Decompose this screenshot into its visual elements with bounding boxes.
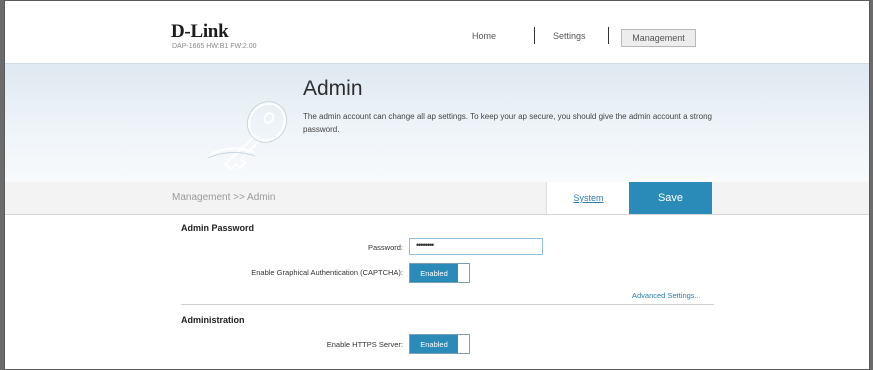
model-info: DAP-1665 HW:B1 FW:2.00 [172, 43, 257, 50]
advanced-settings-link[interactable]: Advanced Settings... [632, 291, 701, 300]
captcha-label: Enable Graphical Authentication (CAPTCHA… [251, 268, 403, 277]
page-description: The admin account can change all ap sett… [303, 112, 712, 134]
captcha-toggle-state: Enabled [410, 264, 458, 282]
admin-password-section-title: Admin Password [181, 223, 255, 233]
save-button[interactable]: Save [629, 182, 712, 214]
system-link[interactable]: System [573, 193, 603, 203]
nav-separator [608, 27, 609, 44]
nav-separator [534, 27, 535, 44]
captcha-toggle[interactable]: Enabled [409, 263, 470, 283]
nav-management[interactable]: Management [621, 29, 696, 47]
brand-logo: D-Link [171, 21, 229, 42]
page-title: Admin [303, 77, 363, 100]
password-label: Password: [367, 243, 403, 252]
section-divider [181, 304, 714, 305]
nav-settings[interactable]: Settings [553, 31, 586, 41]
breadcrumb: Management >> Admin [172, 192, 276, 203]
administration-section-title: Administration [181, 315, 245, 325]
app-window: D-Link DAP-1665 HW:B1 FW:2.00 Home Setti… [4, 0, 870, 370]
system-tab: System [546, 182, 630, 214]
page-banner: Admin The admin account can change all a… [5, 63, 869, 182]
https-toggle[interactable]: Enabled [409, 334, 470, 354]
header: D-Link DAP-1665 HW:B1 FW:2.00 Home Setti… [5, 1, 869, 63]
https-label: Enable HTTPS Server: [326, 340, 403, 349]
https-toggle-state: Enabled [410, 335, 458, 353]
key-icon [207, 101, 288, 171]
toolbar: Management >> Admin System Save [5, 182, 869, 215]
nav-home[interactable]: Home [472, 31, 496, 41]
password-field[interactable]: •••••••• [409, 238, 543, 255]
